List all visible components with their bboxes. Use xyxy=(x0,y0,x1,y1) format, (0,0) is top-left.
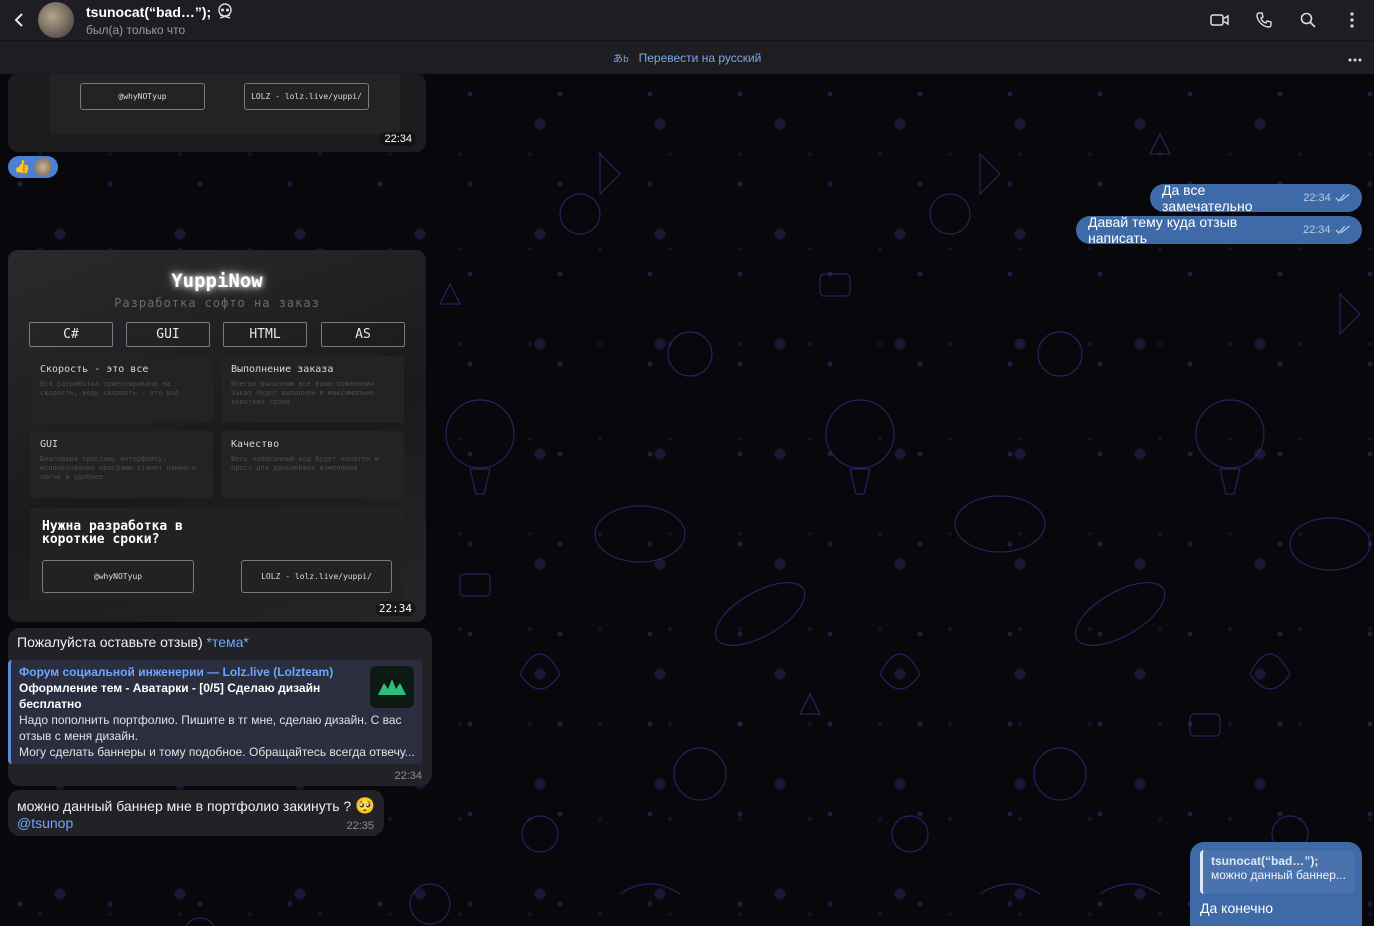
message-text-line: Пожалуйста оставьте отзыв) *тема* xyxy=(17,634,249,650)
header-actions xyxy=(1198,0,1374,40)
outgoing-message[interactable]: Да все замечательно 22:34 xyxy=(1150,182,1362,214)
back-button[interactable] xyxy=(0,0,38,40)
translate-button[interactable]: あb Перевести на русский xyxy=(613,51,762,65)
avatar[interactable] xyxy=(38,2,74,38)
chat-header: tsunocat(“bad…”); был(а) только что xyxy=(0,0,1374,40)
reaction-avatar xyxy=(34,158,53,176)
phone-icon xyxy=(1256,12,1272,28)
incoming-message[interactable]: Пожалуйста оставьте отзыв) *тема* Форум … xyxy=(8,628,432,786)
svg-text:あ: あ xyxy=(613,53,623,64)
search-button[interactable] xyxy=(1286,0,1330,40)
message-text: Да все замечательно xyxy=(1162,182,1253,214)
card-text: Благодаря простому интерфейсу, использов… xyxy=(40,455,196,481)
translate-icon: あb xyxy=(613,53,629,64)
pleading-face-emoji-icon: 🥺 xyxy=(355,798,376,815)
banner-subtitle: Разработка софто на заказ xyxy=(114,296,320,310)
link-preview[interactable]: Форум социальной инженерии — Lolz.live (… xyxy=(8,660,422,764)
card-text: Весь написанный код будет понятен и прос… xyxy=(231,455,379,472)
card-title: GUI xyxy=(40,439,59,450)
more-menu-button[interactable] xyxy=(1330,0,1374,40)
message-text: Да конечно xyxy=(1200,900,1274,916)
chevron-left-icon xyxy=(14,13,23,27)
user-mention[interactable]: @tsunop xyxy=(17,815,73,831)
card-title: Выполнение заказа xyxy=(231,364,334,375)
message-link[interactable]: *тема* xyxy=(207,634,249,650)
banner-tag: GUI xyxy=(126,322,210,347)
banner-card: GUI Благодаря простому интерфейсу, испол… xyxy=(30,431,213,498)
banner-card: Качество Весь написанный код будет понят… xyxy=(221,431,404,498)
banner-card: Выполнение заказа Всегда выполняю все ва… xyxy=(221,356,404,423)
more-horizontal-icon xyxy=(1348,58,1362,62)
banner-btn-left: @whyNOTyup xyxy=(42,560,194,593)
skull-emoji-icon xyxy=(218,3,232,19)
banner-cta-title: Нужна разработка в короткие сроки? xyxy=(42,519,183,547)
image-message-top[interactable]: @whyNOTyup LOLZ - lolz.live/yuppi/ 22:34 xyxy=(8,74,426,152)
banner-tag: HTML xyxy=(223,322,307,347)
card-title: Качество xyxy=(231,439,280,450)
reply-quote-text: можно данный баннер... xyxy=(1211,868,1346,882)
message-time: 22:34 xyxy=(394,770,422,782)
chat-title-text: tsunocat(“bad…”); xyxy=(86,4,212,20)
message-text: Пожалуйста оставьте отзыв) xyxy=(17,634,203,650)
reaction-chip[interactable]: 👍 xyxy=(8,156,58,178)
message-text: Давай тему куда отзыв написать xyxy=(1088,214,1238,246)
translate-bar: あb Перевести на русский xyxy=(0,40,1374,74)
thumbs-up-emoji-icon: 👍 xyxy=(14,159,31,174)
banner-card: Скорость - это все Вся разработка ориент… xyxy=(30,356,213,423)
double-check-icon xyxy=(1335,225,1350,234)
banner-tag: AS xyxy=(321,322,405,347)
outgoing-message[interactable]: Давай тему куда отзыв написать 22:34 xyxy=(1076,214,1362,246)
image-message-banner[interactable]: YuppiNow Разработка софто на заказ C# GU… xyxy=(8,250,426,622)
message-time: 22:34 xyxy=(1303,224,1331,236)
preview-description: Надо пополнить портфолио. Пишите в тг мн… xyxy=(19,713,402,743)
lolz-logo-icon xyxy=(378,679,406,695)
translate-label: Перевести на русский xyxy=(638,50,762,65)
preview-description-2: Могу сделать баннеры и тому подобное. Об… xyxy=(19,745,415,759)
message-text-line: можно данный баннер мне в портфолио заки… xyxy=(17,796,375,816)
incoming-message[interactable]: можно данный баннер мне в портфолио заки… xyxy=(8,790,384,836)
video-call-button[interactable] xyxy=(1198,0,1242,40)
banner-tag: C# xyxy=(29,322,113,347)
more-vertical-icon xyxy=(1350,12,1354,28)
card-text: Всегда выполняю все ваши пожелания. Зака… xyxy=(231,380,379,406)
video-camera-icon xyxy=(1210,14,1229,26)
chat-title-block[interactable]: tsunocat(“bad…”); был(а) только что xyxy=(86,3,233,37)
search-icon xyxy=(1300,12,1316,28)
message-time: 22:34 xyxy=(1303,192,1331,204)
top-banner-btn-left: @whyNOTyup xyxy=(80,83,205,110)
svg-text:b: b xyxy=(623,55,629,64)
chat-status: был(а) только что xyxy=(86,23,186,37)
double-check-icon xyxy=(1335,193,1350,202)
reply-quote-author: tsunocat(“bad…”); xyxy=(1211,854,1319,868)
translate-more-button[interactable] xyxy=(1348,49,1362,67)
message-time: 22:35 xyxy=(346,820,374,832)
voice-call-button[interactable] xyxy=(1242,0,1286,40)
preview-site-name: Форум социальной инженерии — Lolz.live (… xyxy=(19,665,334,679)
card-text: Вся разработка ориентирована на скорость… xyxy=(40,380,180,397)
banner-logo: YuppiNow xyxy=(171,270,263,292)
preview-title: Оформление тем - Аватарки - [0/5] Сделаю… xyxy=(19,681,321,711)
chat-title: tsunocat(“bad…”); xyxy=(86,3,233,21)
message-time: 22:34 xyxy=(374,601,416,616)
preview-thumbnail xyxy=(370,666,414,708)
top-banner-btn-right: LOLZ - lolz.live/yuppi/ xyxy=(244,83,369,110)
message-time: 22:34 xyxy=(380,132,416,146)
banner-btn-right: LOLZ - lolz.live/yuppi/ xyxy=(241,560,392,593)
reply-quote[interactable]: tsunocat(“bad…”); можно данный баннер... xyxy=(1200,850,1354,894)
card-title: Скорость - это все xyxy=(40,364,149,375)
outgoing-reply-message[interactable]: tsunocat(“bad…”); можно данный баннер...… xyxy=(1190,842,1362,926)
message-text: можно данный баннер мне в портфолио заки… xyxy=(17,798,352,814)
